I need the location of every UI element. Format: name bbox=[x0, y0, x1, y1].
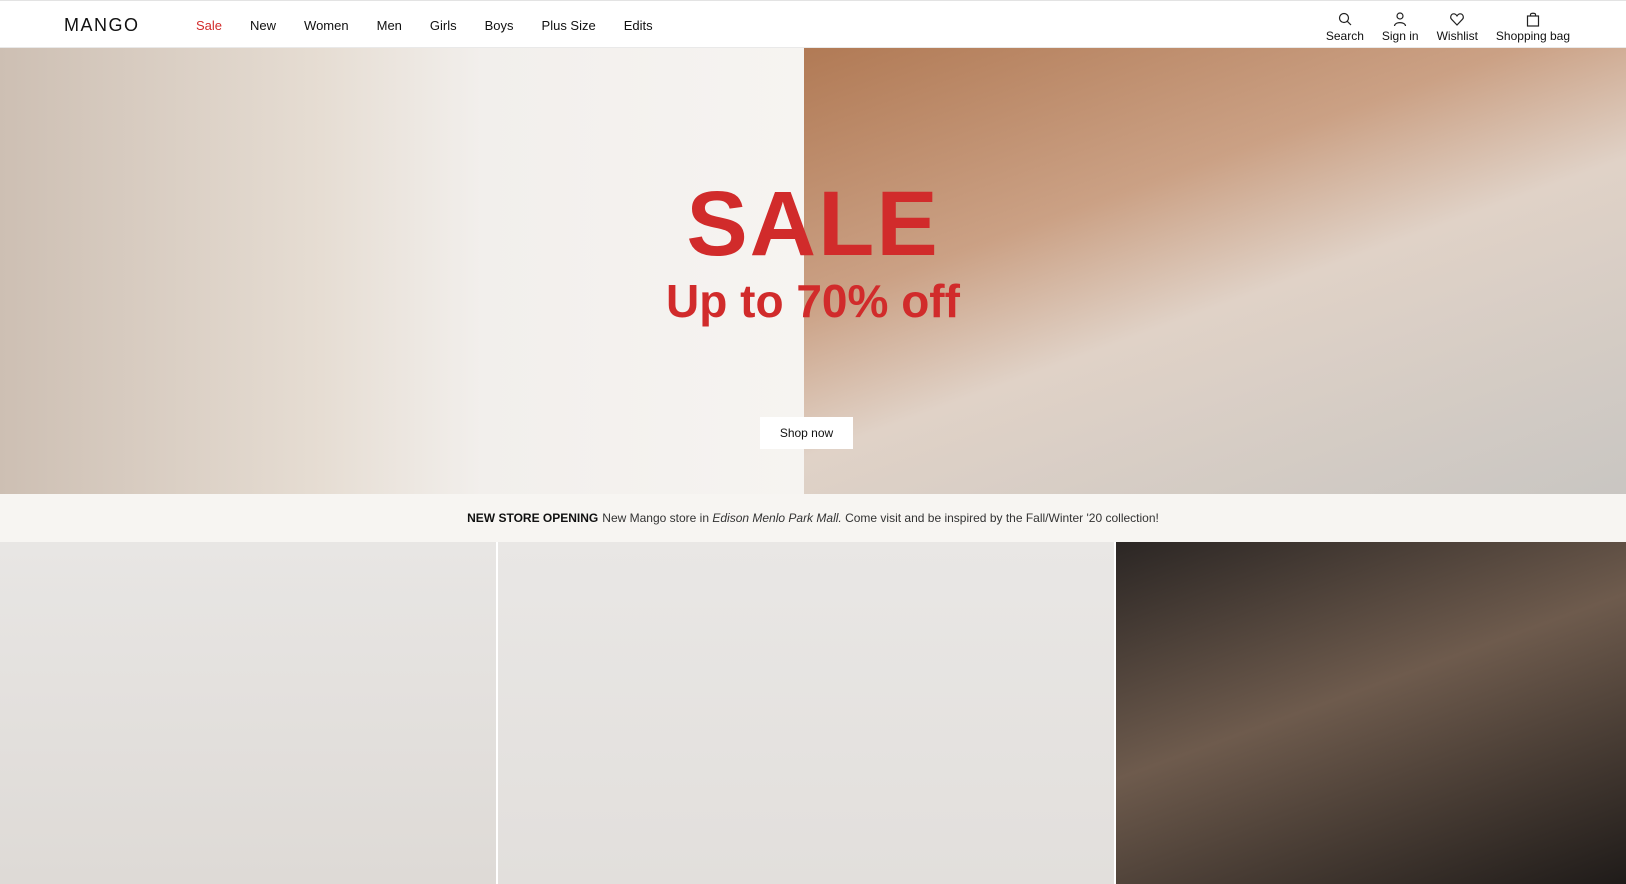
brand-logo[interactable]: MANGO bbox=[64, 15, 140, 36]
category-tile-1[interactable] bbox=[0, 542, 496, 884]
shopping-bag-button[interactable]: Shopping bag bbox=[1496, 11, 1570, 49]
wishlist-label: Wishlist bbox=[1436, 29, 1478, 43]
hero-banner[interactable]: SALE Up to 70% off Shop now bbox=[0, 48, 1626, 494]
header-utilities: Search Sign in Wishlist Shopping bag bbox=[1308, 1, 1570, 49]
nav-item-plus-size[interactable]: Plus Size bbox=[542, 18, 596, 33]
shopping-bag-label: Shopping bag bbox=[1495, 29, 1570, 43]
wishlist-button[interactable]: Wishlist bbox=[1437, 11, 1478, 49]
bag-icon bbox=[1526, 12, 1540, 27]
notice-text-before: New Mango store in bbox=[602, 511, 709, 525]
notice-label: NEW STORE OPENING bbox=[467, 511, 599, 525]
store-opening-notice[interactable]: NEW STORE OPENING New Mango store in Edi… bbox=[0, 494, 1626, 542]
category-tile-2[interactable] bbox=[498, 542, 1114, 884]
nav-item-girls[interactable]: Girls bbox=[430, 18, 457, 33]
top-navigation-bar: MANGO Sale New Women Men Girls Boys Plus… bbox=[0, 0, 1626, 48]
hero-subtitle: Up to 70% off bbox=[666, 275, 960, 327]
nav-item-sale[interactable]: Sale bbox=[196, 18, 222, 33]
sign-in-label: Sign in bbox=[1381, 29, 1419, 43]
category-tile-3[interactable] bbox=[1116, 542, 1626, 884]
heart-icon bbox=[1450, 13, 1465, 26]
notice-text-after: Come visit and be inspired by the Fall/W… bbox=[845, 511, 1159, 525]
nav-item-edits[interactable]: Edits bbox=[624, 18, 653, 33]
search-icon bbox=[1338, 12, 1352, 26]
hero-title: SALE bbox=[686, 173, 940, 275]
search-label: Search bbox=[1325, 29, 1364, 43]
shop-now-button[interactable]: Shop now bbox=[760, 417, 853, 449]
nav-item-new[interactable]: New bbox=[250, 18, 276, 33]
sign-in-button[interactable]: Sign in bbox=[1382, 11, 1419, 49]
nav-item-women[interactable]: Women bbox=[304, 18, 349, 33]
notice-place: Edison Menlo Park Mall. bbox=[712, 511, 842, 525]
nav-item-men[interactable]: Men bbox=[377, 18, 402, 33]
nav-item-boys[interactable]: Boys bbox=[485, 18, 514, 33]
user-icon bbox=[1394, 12, 1407, 27]
main-nav: Sale New Women Men Girls Boys Plus Size … bbox=[196, 1, 681, 49]
search-button[interactable]: Search bbox=[1326, 11, 1364, 49]
